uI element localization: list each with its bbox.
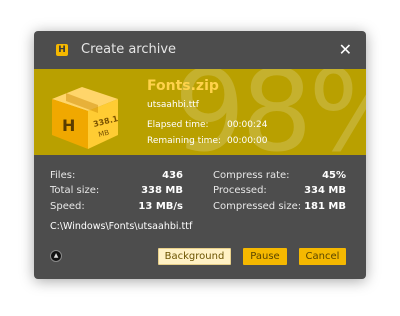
elapsed-time-value: 00:00:24 xyxy=(227,120,268,130)
archive-box-icon: H 338.1 MB xyxy=(52,87,119,149)
elapsed-time-label: Elapsed time: xyxy=(147,120,209,130)
svg-text:H: H xyxy=(62,116,75,135)
files-value: 436 xyxy=(162,170,183,181)
progress-banner: 98% H 338.1 MB Fonts.zip utsaahbi.ttf El… xyxy=(34,69,366,155)
chevron-up-icon: ▲ xyxy=(53,252,59,259)
close-button[interactable]: ✕ xyxy=(339,40,352,60)
processed-value: 334 MB xyxy=(304,185,346,196)
total-size-value: 338 MB xyxy=(141,185,183,196)
files-label: Files: xyxy=(50,170,76,181)
compressed-size-label: Compressed size: xyxy=(213,201,302,212)
total-size-label: Total size: xyxy=(50,185,100,196)
speed-value: 13 MB/s xyxy=(138,201,183,212)
create-archive-dialog: H Create archive ✕ 98% H 338.1 MB Fonts.… xyxy=(34,31,366,279)
pause-button[interactable]: Pause xyxy=(243,248,287,265)
remaining-time-label: Remaining time: xyxy=(147,136,222,146)
compress-rate-label: Compress rate: xyxy=(213,170,290,181)
expand-details-button[interactable]: ▲ xyxy=(50,250,62,262)
app-logo-icon: H xyxy=(56,44,68,56)
current-file-name: utsaahbi.ttf xyxy=(147,100,199,110)
compressed-size-value: 181 MB xyxy=(304,201,346,212)
speed-label: Speed: xyxy=(50,201,85,212)
remaining-time-value: 00:00:00 xyxy=(227,136,268,146)
dialog-title: Create archive xyxy=(81,42,177,57)
processed-label: Processed: xyxy=(213,185,267,196)
background-button[interactable]: Background xyxy=(158,248,231,265)
compress-rate-value: 45% xyxy=(322,170,346,181)
current-file-path: C:\Windows\Fonts\utsaahbi.ttf xyxy=(50,221,193,232)
cancel-button[interactable]: Cancel xyxy=(299,248,346,265)
title-bar: H Create archive ✕ xyxy=(34,31,366,69)
archive-name: Fonts.zip xyxy=(147,78,219,94)
